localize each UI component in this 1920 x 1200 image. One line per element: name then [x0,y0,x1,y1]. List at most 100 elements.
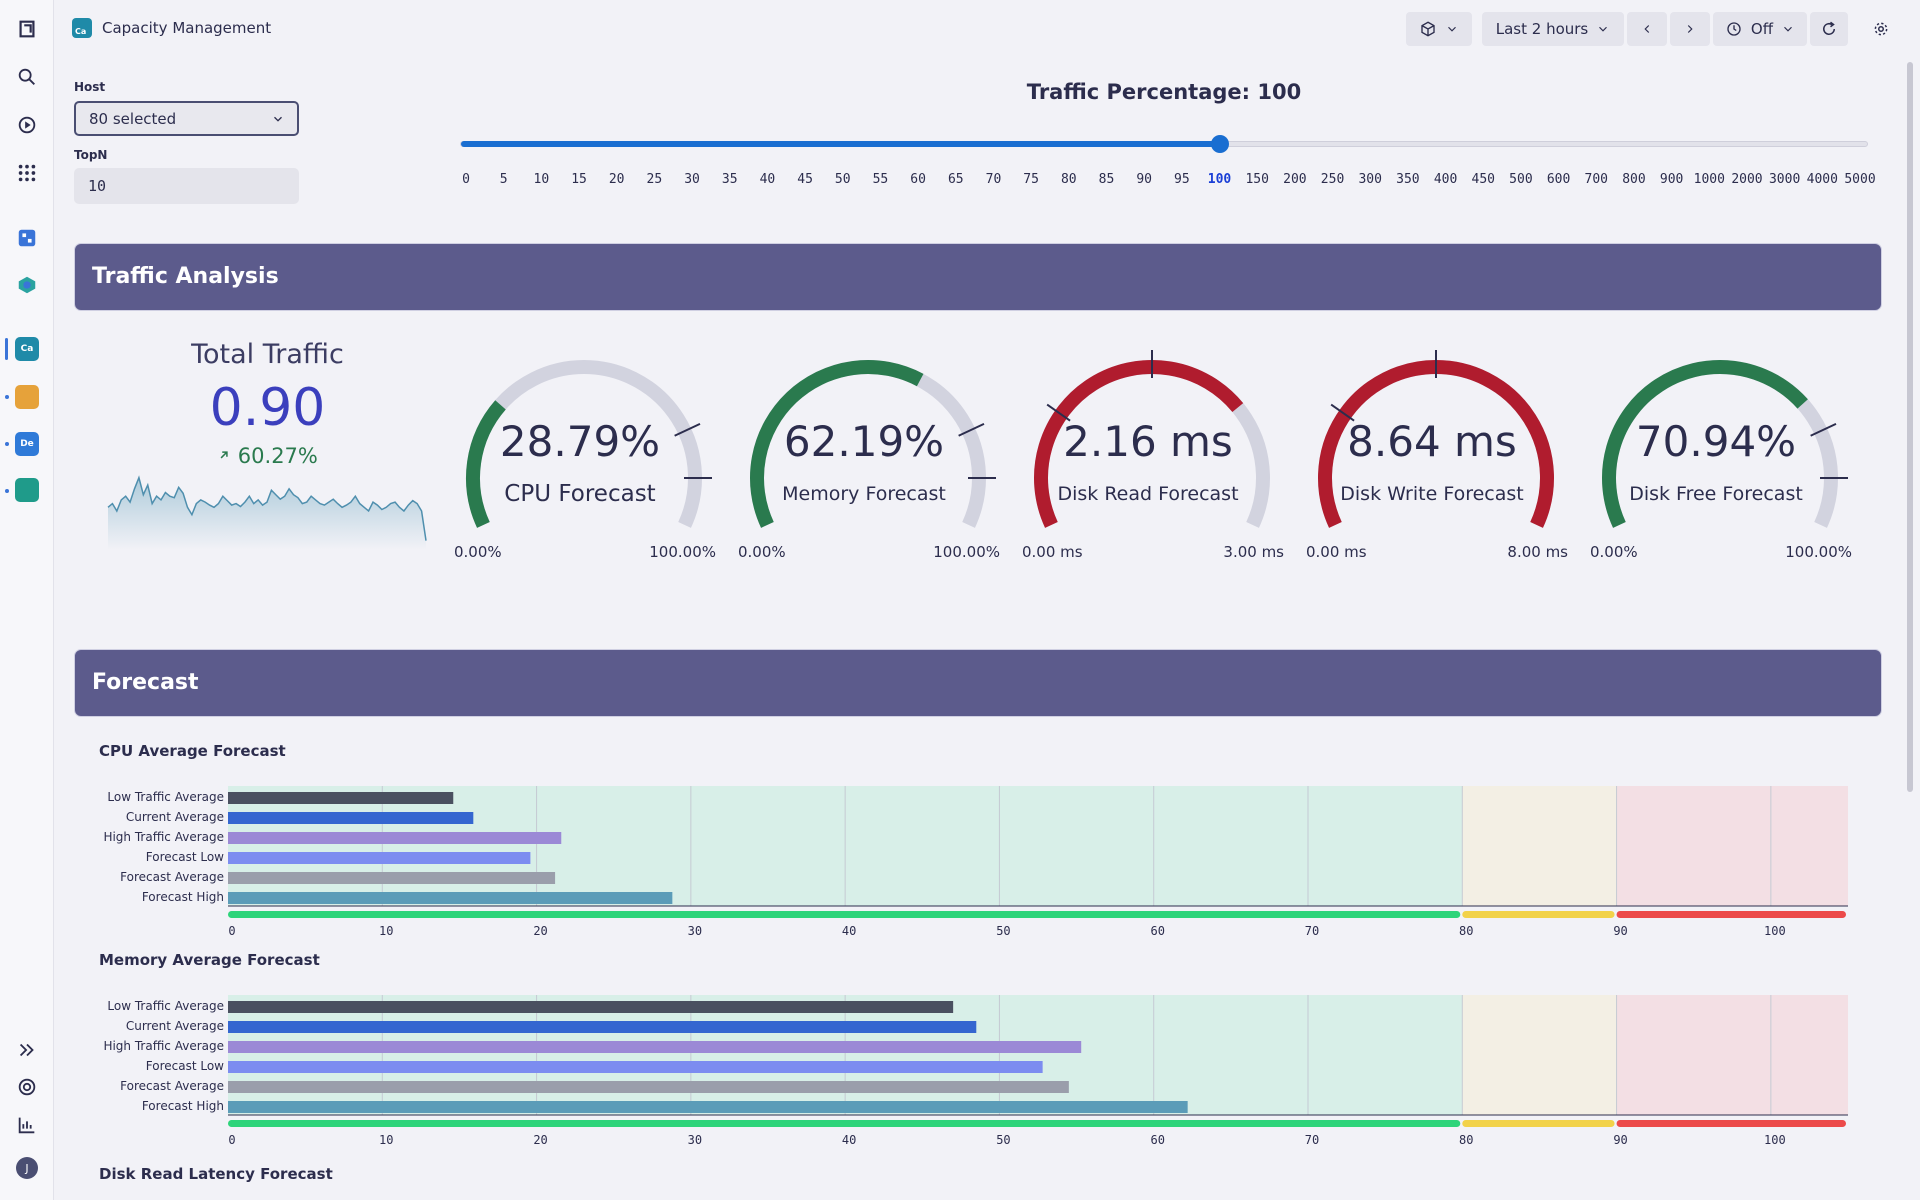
slider-tick-15[interactable]: 15 [571,172,587,187]
slider-tick-50[interactable]: 50 [835,172,851,187]
threshold-strip [1616,1120,1846,1127]
chevron-left-icon [1644,25,1650,33]
x-tick-label: 40 [841,924,857,938]
slider-tick-95[interactable]: 95 [1174,172,1190,187]
x-tick-label: 70 [1304,1133,1320,1147]
app-badge-icon: Ca [72,18,92,38]
app-report-icon[interactable] [15,478,39,502]
slider-tick-600[interactable]: 600 [1547,172,1570,187]
disk-write-gauge: 8.64 ms Disk Write Forecast 0.00 ms 8.00 ms [1302,350,1568,570]
slider-tick-35[interactable]: 35 [722,172,738,187]
slider-tick-150[interactable]: 150 [1245,172,1268,187]
disk-free-gauge-min: 0.00% [1590,543,1638,561]
slider-tick-45[interactable]: 45 [797,172,813,187]
slider-tick-5[interactable]: 5 [500,172,508,187]
slider-tick-250[interactable]: 250 [1321,172,1344,187]
threshold-strip [1462,911,1615,918]
app-title-text: Capacity Management [102,19,272,37]
app-ca-icon[interactable]: Ca [15,337,39,361]
host-select[interactable]: 80 selected [74,101,299,136]
chevron-down-icon [1448,26,1456,32]
slider-tick-55[interactable]: 55 [873,172,889,187]
slider-tick-1000[interactable]: 1000 [1694,172,1725,187]
traffic-slider-track[interactable] [460,141,1868,147]
history-icon [1727,22,1741,36]
category-label: Forecast Low [145,850,224,864]
disk-free-gauge-max: 100.00% [1785,543,1852,561]
slider-tick-700[interactable]: 700 [1585,172,1608,187]
threshold-band [1462,995,1617,1115]
app-sync-icon[interactable] [15,385,39,409]
disk-read-gauge-min: 0.00 ms [1022,543,1083,561]
forecast-header[interactable]: Forecast [74,649,1882,717]
play-icon[interactable] [12,110,42,140]
refresh-button[interactable] [1810,12,1848,46]
category-label: High Traffic Average [103,1039,224,1053]
timeframe-selector[interactable]: Last 2 hours [1482,12,1624,46]
chevron-right-icon [1687,25,1693,33]
slider-tick-300[interactable]: 300 [1358,172,1381,187]
slider-tick-2000[interactable]: 2000 [1731,172,1762,187]
settings-button[interactable] [1862,12,1900,46]
slider-tick-450[interactable]: 450 [1471,172,1494,187]
slider-tick-25[interactable]: 25 [647,172,663,187]
search-icon[interactable] [12,62,42,92]
x-tick-label: 80 [1459,1133,1474,1147]
slider-tick-90[interactable]: 90 [1136,172,1152,187]
slider-tick-10[interactable]: 10 [534,172,550,187]
next-timeframe-button[interactable] [1670,12,1710,46]
disk-free-gauge: 70.94% Disk Free Forecast 0.00% 100.00% [1586,350,1852,570]
slider-tick-350[interactable]: 350 [1396,172,1419,187]
logo-icon[interactable] [12,14,42,44]
page-scrollbar[interactable] [1907,62,1913,792]
slider-tick-70[interactable]: 70 [986,172,1002,187]
slider-tick-4000[interactable]: 4000 [1807,172,1838,187]
traffic-slider-handle[interactable] [1210,135,1229,153]
x-tick-label: 20 [533,924,548,938]
slider-tick-400[interactable]: 400 [1434,172,1457,187]
slider-tick-5000[interactable]: 5000 [1844,172,1875,187]
slider-tick-40[interactable]: 40 [760,172,776,187]
segment-selector-button[interactable] [1406,12,1472,46]
slider-tick-60[interactable]: 60 [910,172,926,187]
slider-tick-900[interactable]: 900 [1660,172,1683,187]
slider-tick-0[interactable]: 0 [462,172,470,187]
dashboards-icon[interactable] [12,223,42,253]
x-tick-label: 30 [687,1133,703,1147]
x-tick-label: 50 [996,1133,1011,1147]
slider-tick-200[interactable]: 200 [1283,172,1306,187]
chevron-down-icon [1784,26,1792,32]
previous-timeframe-button[interactable] [1627,12,1667,46]
bar-forecast-high [228,892,673,904]
auto-refresh-selector[interactable]: Off [1713,12,1807,46]
bar-current-average [228,1021,977,1033]
chevron-down-icon [274,116,282,122]
user-avatar[interactable]: J [12,1153,42,1183]
slider-tick-30[interactable]: 30 [684,172,700,187]
app-de-icon[interactable]: De [15,432,39,456]
category-label: Forecast Low [145,1059,224,1073]
slider-tick-75[interactable]: 75 [1023,172,1039,187]
slider-tick-20[interactable]: 20 [609,172,625,187]
slider-tick-100[interactable]: 100 [1208,172,1231,187]
app-dot [5,395,9,399]
disk-read-gauge-label: Disk Read Forecast [1057,483,1239,505]
bar-low-traffic-average [228,1001,954,1013]
slider-tick-3000[interactable]: 3000 [1769,172,1800,187]
x-tick-label: 50 [996,924,1011,938]
host-select-value: 80 selected [89,109,177,128]
threshold-strip [228,911,1461,918]
slider-tick-80[interactable]: 80 [1061,172,1077,187]
slider-tick-500[interactable]: 500 [1509,172,1532,187]
bar-forecast-high [228,1101,1188,1113]
slider-tick-800[interactable]: 800 [1622,172,1645,187]
slider-tick-65[interactable]: 65 [948,172,964,187]
total-traffic-title: Total Traffic [191,339,344,370]
slider-tick-85[interactable]: 85 [1099,172,1115,187]
traffic-analysis-header[interactable]: Traffic Analysis [74,243,1882,311]
notebooks-icon[interactable] [12,270,42,300]
section-title: Forecast [92,670,199,695]
cpu-gauge-value: 28.79% [499,417,661,466]
category-label: High Traffic Average [103,830,224,844]
category-label: Forecast High [141,1099,224,1113]
